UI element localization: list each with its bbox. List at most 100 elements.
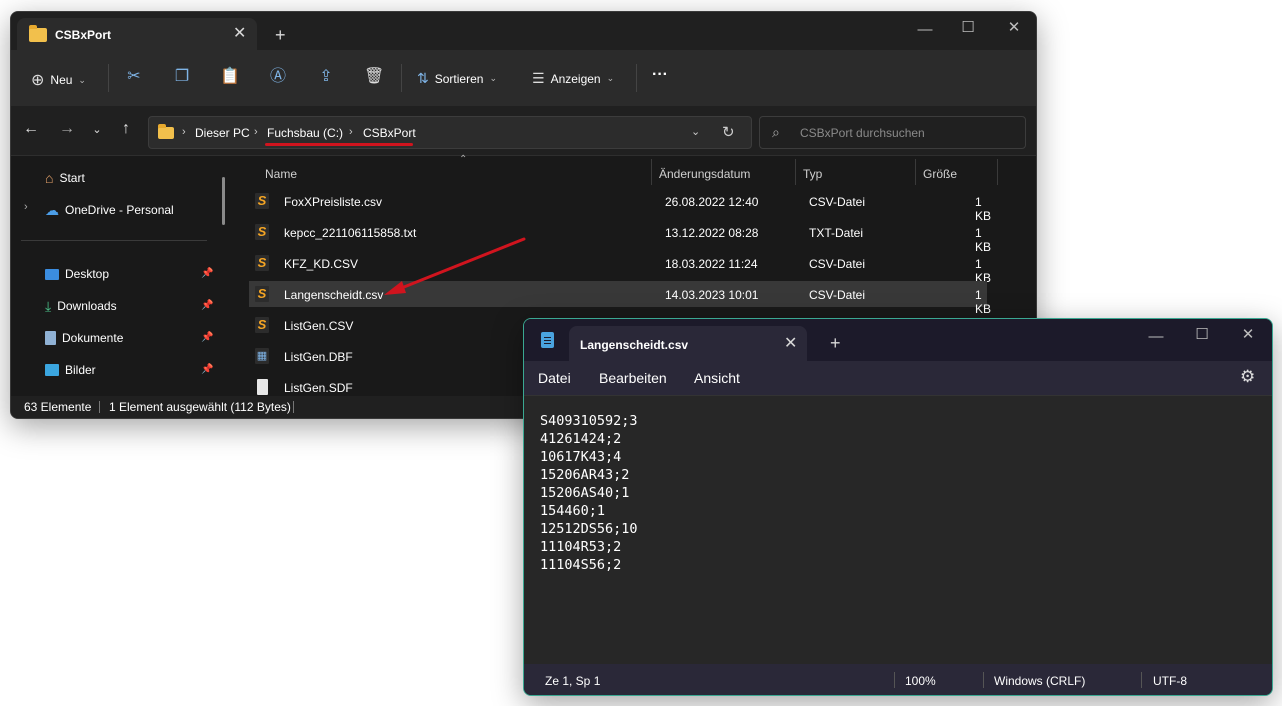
line-ending[interactable]: Windows (CRLF) [994, 674, 1085, 688]
file-row-selected[interactable]: S Langenscheidt.csv 14.03.2023 10:01 CSV… [249, 281, 991, 316]
text-editor-area[interactable]: S409310592;3 41261424;2 10617K43;4 15206… [524, 395, 1272, 665]
encoding[interactable]: UTF-8 [1153, 674, 1187, 688]
close-window-icon[interactable]: ✕ [1238, 325, 1258, 345]
sublime-file-icon: S [255, 255, 269, 271]
more-options-icon[interactable]: ··· [652, 66, 668, 84]
pin-icon[interactable]: 📌 [201, 300, 213, 311]
paste-icon[interactable]: 📋 [220, 67, 240, 87]
delete-icon[interactable]: 🗑 [364, 67, 384, 87]
new-button[interactable]: ⊕ Neu ⌄ [31, 70, 86, 90]
menu-file[interactable]: Datei [538, 370, 571, 386]
search-box[interactable]: ⌕ CSBxPort durchsuchen [759, 116, 1026, 149]
column-divider[interactable] [997, 159, 998, 185]
close-tab-icon[interactable]: ✕ [233, 26, 246, 42]
text-line: 10617K43;4 [540, 449, 622, 465]
selection-info: 1 Element ausgewählt (112 Bytes) [109, 400, 291, 414]
menu-edit[interactable]: Bearbeiten [599, 370, 667, 386]
close-window-icon[interactable]: ✕ [1004, 18, 1024, 38]
cut-icon[interactable]: ✂ [124, 67, 144, 87]
file-type: CSV-Datei [809, 195, 866, 209]
sort-button[interactable]: ⇅ Sortieren ⌄ [417, 70, 497, 87]
sidebar-item-downloads[interactable]: ⤓ Downloads [45, 297, 117, 315]
chevron-right-icon: › [182, 126, 186, 138]
sublime-file-icon: S [255, 193, 269, 209]
explorer-tab[interactable]: CSBxPort ✕ [17, 18, 257, 50]
sidebar-item-onedrive[interactable]: ☁ OneDrive - Personal [45, 201, 174, 219]
notepad-tab[interactable]: Langenscheidt.csv ✕ [569, 326, 807, 361]
share-icon[interactable]: ⇪ [316, 67, 336, 87]
menu-view[interactable]: Ansicht [694, 370, 740, 386]
text-line: 41261424;2 [540, 431, 622, 447]
status-divider [894, 672, 895, 688]
maximize-icon[interactable]: ☐ [958, 18, 978, 38]
new-tab-icon[interactable]: + [275, 26, 286, 44]
search-placeholder: CSBxPort durchsuchen [800, 126, 925, 140]
address-bar[interactable]: › Dieser PC › Fuchsbau (C:) › CSBxPort ⌄… [148, 116, 752, 149]
sidebar-item-desktop[interactable]: Desktop [45, 265, 109, 283]
sidebar-scrollbar[interactable] [222, 177, 225, 225]
chevron-right-icon: › [254, 126, 258, 138]
file-row[interactable]: S kepcc_221106115858.txt 13.12.2022 08:2… [249, 219, 991, 254]
sidebar-item-start[interactable]: ⌂ Start [45, 169, 85, 187]
sublime-file-icon: S [255, 286, 269, 302]
text-line: 12512DS56;10 [540, 521, 638, 537]
back-icon[interactable]: ← [21, 120, 41, 138]
zoom-level[interactable]: 100% [905, 674, 936, 688]
file-date: 18.03.2022 11:24 [665, 257, 758, 271]
column-header-name[interactable]: Name [265, 167, 297, 181]
sidebar-item-pictures[interactable]: Bilder [45, 361, 96, 379]
plus-circle-icon: ⊕ [31, 72, 45, 89]
pin-icon[interactable]: 📌 [201, 332, 213, 343]
view-button[interactable]: ☰ Anzeigen ⌄ [532, 70, 614, 87]
column-header-date[interactable]: Änderungsdatum [659, 167, 750, 181]
sidebar-item-label: Dokumente [62, 331, 124, 345]
toolbar-divider [401, 64, 402, 92]
column-divider[interactable] [795, 159, 796, 185]
chevron-down-icon: ⌄ [606, 73, 615, 83]
maximize-icon[interactable]: ☐ [1192, 325, 1212, 345]
toolbar-divider [108, 64, 109, 92]
breadcrumb-drive[interactable]: Fuchsbau (C:) [267, 126, 343, 140]
pin-icon[interactable]: 📌 [201, 364, 213, 375]
breadcrumb-folder[interactable]: CSBxPort [363, 126, 416, 140]
text-file-icon [257, 379, 268, 395]
sidebar-item-label: OneDrive - Personal [65, 203, 174, 217]
sidebar-item-documents[interactable]: Dokumente [45, 329, 123, 347]
file-type: CSV-Datei [809, 257, 866, 271]
refresh-icon[interactable]: ↻ [722, 123, 735, 141]
new-tab-icon[interactable]: + [830, 334, 841, 352]
close-tab-icon[interactable]: ✕ [784, 336, 797, 352]
chevron-down-icon[interactable]: ⌄ [691, 125, 700, 138]
sidebar-divider [21, 240, 207, 241]
recent-locations-icon[interactable]: ⌄ [87, 123, 107, 136]
notepad-statusbar: Ze 1, Sp 1 100% Windows (CRLF) UTF-8 [524, 664, 1272, 695]
chevron-right-icon[interactable]: › [24, 201, 28, 213]
sublime-file-icon: S [255, 224, 269, 240]
breadcrumb-this-pc[interactable]: Dieser PC [195, 126, 250, 140]
file-row[interactable]: S FoxXPreisliste.csv 26.08.2022 12:40 CS… [249, 188, 991, 223]
navigation-pane: ⌂ Start › ☁ OneDrive - Personal Desktop … [11, 157, 229, 398]
minimize-icon[interactable]: — [1146, 327, 1166, 347]
up-icon[interactable]: ↑ [116, 120, 136, 138]
chevron-right-icon: › [349, 126, 353, 138]
column-header-size[interactable]: Größe [923, 167, 957, 181]
file-row[interactable]: S KFZ_KD.CSV 18.03.2022 11:24 CSV-Datei … [249, 250, 991, 285]
minimize-icon[interactable]: — [915, 20, 935, 40]
file-type: TXT-Datei [809, 226, 864, 240]
pin-icon[interactable]: 📌 [201, 268, 213, 279]
notepad-icon [541, 332, 554, 348]
column-divider[interactable] [651, 159, 652, 185]
sublime-file-icon: S [255, 317, 269, 333]
text-line: 11104S56;2 [540, 557, 622, 573]
toolbar-divider [636, 64, 637, 92]
forward-icon[interactable]: → [57, 120, 77, 138]
copy-icon[interactable]: ❐ [172, 67, 192, 87]
rename-icon[interactable]: Ⓐ [268, 67, 288, 87]
folder-icon [158, 124, 174, 139]
explorer-toolbar: ⊕ Neu ⌄ ✂ ❐ 📋 Ⓐ ⇪ 🗑 ⇅ Sortieren ⌄ ☰ Anze… [11, 50, 1036, 106]
column-header-type[interactable]: Typ [803, 167, 822, 181]
settings-gear-icon[interactable]: ⚙ [1240, 367, 1255, 387]
column-divider[interactable] [915, 159, 916, 185]
sort-ascending-icon: ⌃ [459, 154, 468, 165]
status-divider [293, 401, 294, 413]
